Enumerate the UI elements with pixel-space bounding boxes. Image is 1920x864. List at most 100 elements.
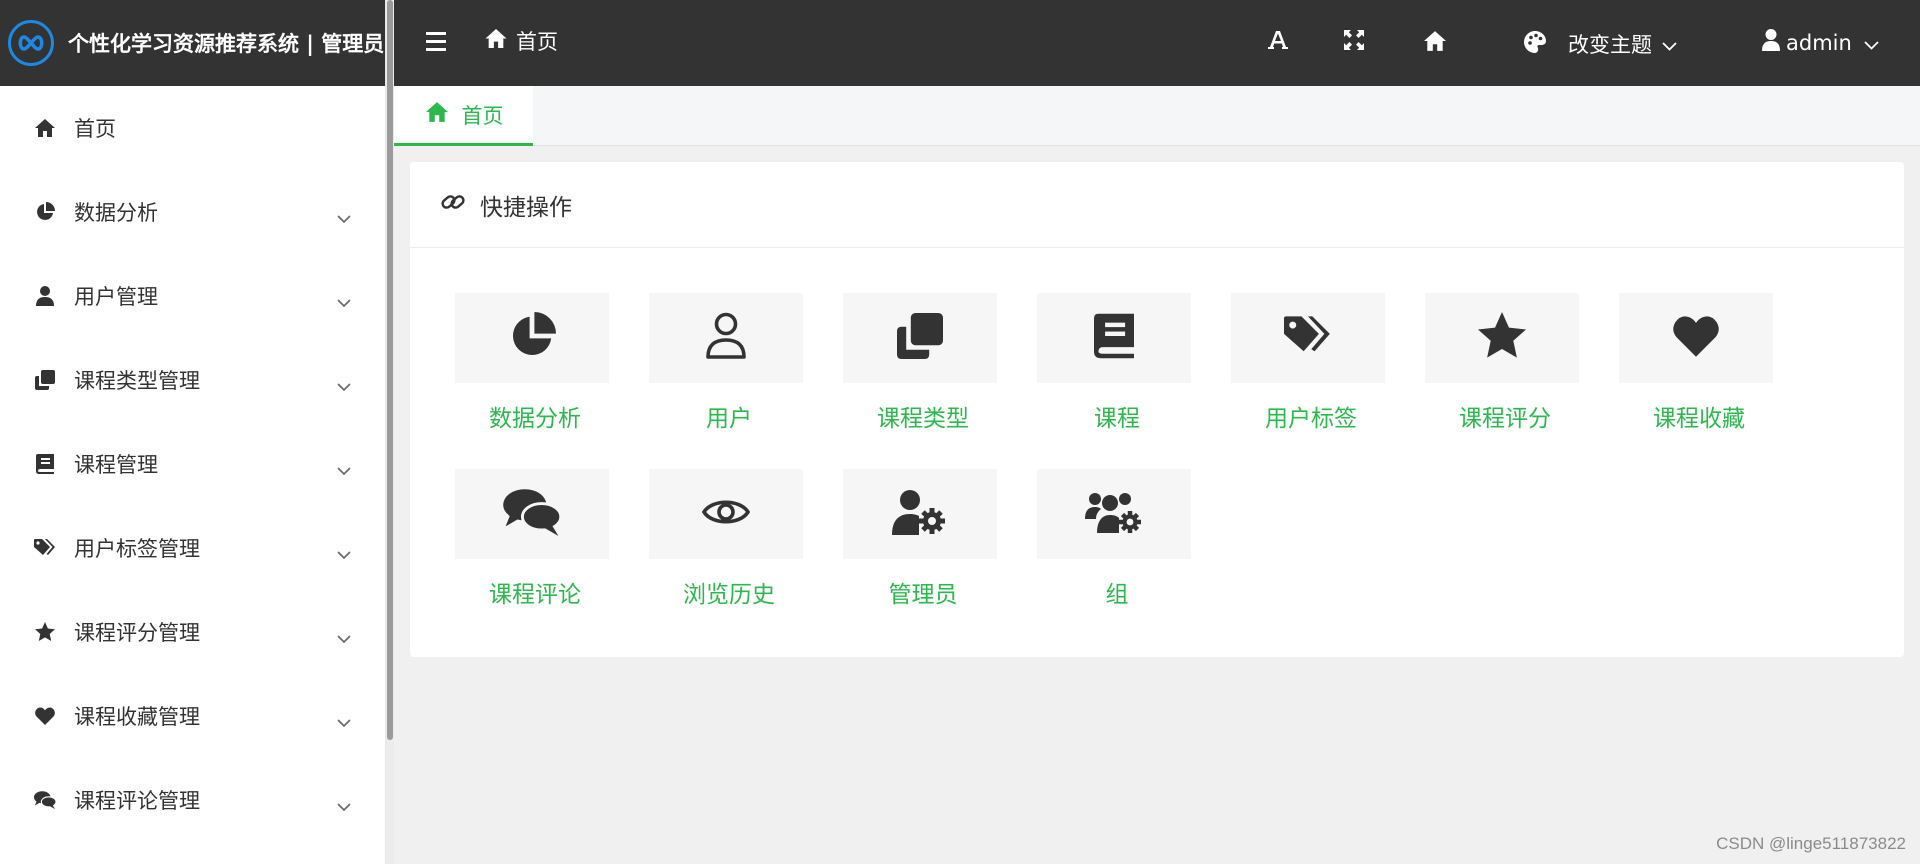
quick-tile-course-rating[interactable]: 课程评分	[1425, 293, 1581, 433]
palette-icon	[1524, 30, 1546, 58]
logo-icon	[8, 20, 54, 66]
quick-tile-course[interactable]: 课程	[1037, 293, 1193, 433]
font-size-button[interactable]	[1268, 30, 1288, 54]
user-icon	[34, 285, 56, 307]
quick-tile-group[interactable]: 组	[1037, 469, 1193, 609]
home-icon	[34, 117, 56, 139]
quick-tile-course-favorite[interactable]: 课程收藏	[1619, 293, 1775, 433]
tile-icon-box	[1619, 293, 1773, 383]
quick-tile-admin[interactable]: 管理员	[843, 469, 999, 609]
star-icon	[1478, 312, 1526, 364]
card-title: 快捷操作	[480, 194, 572, 221]
user-dropdown[interactable]: admin	[1762, 29, 1879, 56]
link-icon	[440, 189, 466, 221]
home-icon	[484, 28, 508, 54]
sidebar-nav: 首页 数据分析 用户管理 课程类型管理 课程管理 用户标签管理 课程评分管理 课…	[0, 86, 385, 842]
sidebar-item-user-tag-management[interactable]: 用户标签管理	[0, 506, 385, 590]
tile-label: 课程收藏	[1653, 406, 1745, 432]
star-icon	[34, 621, 56, 643]
sidebar-item-course-type-management[interactable]: 课程类型管理	[0, 338, 385, 422]
fullscreen-button[interactable]	[1344, 30, 1364, 54]
sidebar-item-home[interactable]: 首页	[0, 86, 385, 170]
tile-icon-box	[455, 469, 609, 559]
quick-tile-course-comment[interactable]: 课程评论	[455, 469, 611, 609]
users-cog-icon	[1085, 489, 1143, 539]
sidebar-item-label: 用户管理	[74, 285, 158, 309]
copy-icon	[897, 313, 943, 363]
eye-icon	[701, 495, 751, 533]
tags-icon	[34, 537, 56, 559]
tile-label: 管理员	[888, 582, 958, 608]
breadcrumb[interactable]: 首页	[484, 26, 558, 56]
sidebar-item-label: 首页	[74, 117, 116, 141]
sidebar-item-data-analysis[interactable]: 数据分析	[0, 170, 385, 254]
brand-bar: 个性化学习资源推荐系统 | 管理员	[0, 0, 385, 86]
tile-icon-box	[455, 293, 609, 383]
tile-label: 用户标签	[1265, 406, 1357, 432]
menu-toggle-icon[interactable]	[426, 32, 446, 54]
tile-icon-box	[843, 469, 997, 559]
chevron-down-icon	[337, 625, 351, 649]
sidebar-item-course-management[interactable]: 课程管理	[0, 422, 385, 506]
user-outline-icon	[705, 312, 747, 364]
font-icon	[1268, 30, 1288, 54]
sidebar-item-user-management[interactable]: 用户管理	[0, 254, 385, 338]
tab-home[interactable]: 首页	[394, 86, 533, 146]
home-icon	[424, 101, 450, 128]
chevron-down-icon	[337, 709, 351, 733]
sidebar-item-label: 数据分析	[74, 201, 158, 225]
heart-icon	[34, 705, 56, 727]
comments-icon	[34, 789, 56, 811]
sidebar-item-course-comment-management[interactable]: 课程评论管理	[0, 758, 385, 842]
chevron-down-icon	[337, 457, 351, 481]
tile-icon-box	[649, 469, 803, 559]
quick-tile-user-tag[interactable]: 用户标签	[1231, 293, 1387, 433]
quick-tile-browse-history[interactable]: 浏览历史	[649, 469, 805, 609]
chevron-down-icon	[1662, 32, 1677, 56]
sidebar-item-course-rating-management[interactable]: 课程评分管理	[0, 590, 385, 674]
heart-icon	[1673, 315, 1719, 361]
home-icon	[1422, 30, 1448, 56]
sidebar-item-course-favorite-management[interactable]: 课程收藏管理	[0, 674, 385, 758]
tab-bar: 首页	[394, 86, 1920, 146]
tile-icon-box	[1231, 293, 1385, 383]
chevron-down-icon	[337, 205, 351, 229]
chevron-down-icon	[1864, 31, 1879, 55]
quick-tile-course-type[interactable]: 课程类型	[843, 293, 999, 433]
tab-label: 首页	[461, 103, 504, 128]
theme-dropdown[interactable]: 改变主题	[1524, 29, 1677, 59]
book-icon	[1094, 313, 1134, 363]
watermark-text: CSDN @linge511873822	[1716, 834, 1906, 853]
theme-label: 改变主题	[1568, 33, 1652, 57]
user-cog-icon	[892, 489, 948, 539]
quick-tile-user[interactable]: 用户	[649, 293, 805, 433]
tile-label: 用户	[706, 406, 752, 432]
home-button[interactable]	[1422, 30, 1448, 56]
tile-label: 浏览历史	[683, 582, 775, 608]
chevron-down-icon	[337, 373, 351, 397]
tile-label: 数据分析	[489, 406, 581, 432]
book-icon	[34, 453, 56, 475]
top-header: 首页 改变主题 admin	[394, 0, 1920, 86]
app-title: 个性化学习资源推荐系统 | 管理员	[68, 32, 385, 56]
tile-icon-box	[1425, 293, 1579, 383]
tags-icon	[1284, 316, 1332, 360]
sidebar: 个性化学习资源推荐系统 | 管理员 首页 数据分析 用户管理 课程类型管理 课程…	[0, 0, 386, 864]
chevron-down-icon	[337, 793, 351, 817]
sidebar-item-label: 课程评分管理	[74, 621, 200, 645]
chevron-down-icon	[337, 289, 351, 313]
quick-tile-data-analysis[interactable]: 数据分析	[455, 293, 611, 433]
sidebar-item-label: 课程收藏管理	[74, 705, 200, 729]
tile-icon-box	[649, 293, 803, 383]
pie-chart-icon	[34, 201, 56, 223]
sidebar-scrollbar[interactable]	[386, 0, 394, 864]
quick-actions-card: 快捷操作 数据分析 用户 课程类型 课程 用户标签 课程评分 课程收藏 课程评论…	[410, 162, 1904, 657]
comments-icon	[503, 488, 563, 540]
chevron-down-icon	[337, 541, 351, 565]
breadcrumb-label: 首页	[516, 30, 558, 54]
tile-label: 组	[1105, 582, 1129, 608]
tile-label: 课程类型	[877, 406, 969, 432]
card-header: 快捷操作	[410, 162, 1904, 248]
sidebar-item-label: 课程类型管理	[74, 369, 200, 393]
sidebar-scrollbar-thumb[interactable]	[387, 0, 393, 740]
